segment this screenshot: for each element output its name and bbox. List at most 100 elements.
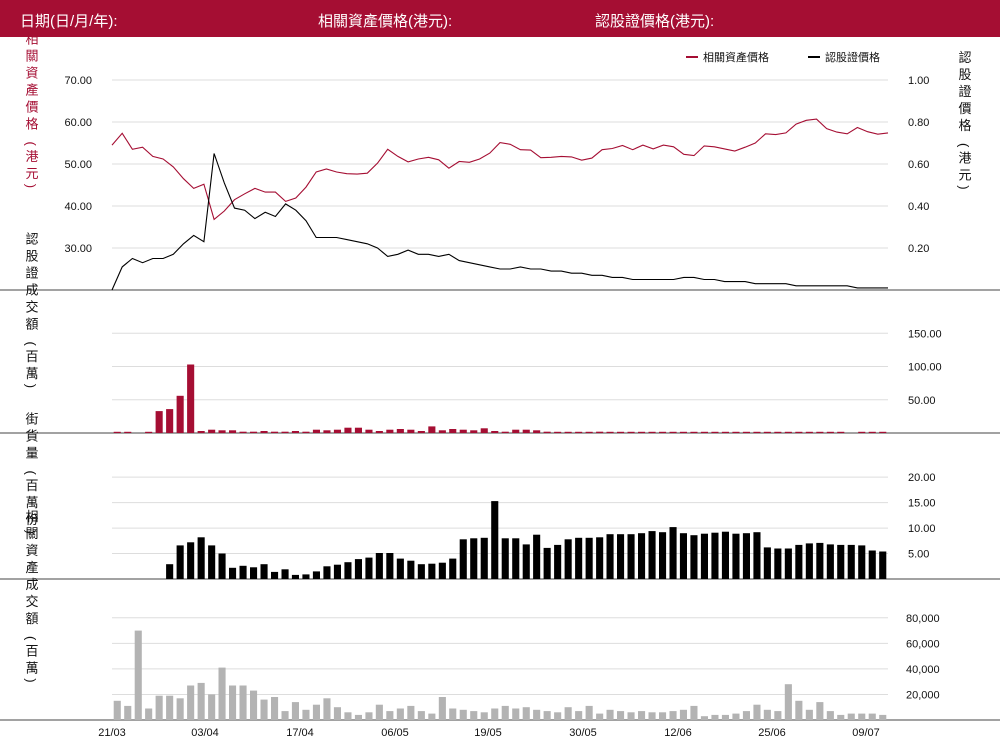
bar xyxy=(145,708,153,720)
bar xyxy=(638,431,646,433)
bar xyxy=(679,431,687,433)
bar xyxy=(438,697,446,720)
bar xyxy=(291,702,299,720)
bar xyxy=(480,712,488,720)
bar xyxy=(449,558,457,579)
bar xyxy=(491,501,499,579)
bar xyxy=(407,705,415,720)
bar xyxy=(522,707,530,720)
bar xyxy=(858,713,866,720)
bar xyxy=(868,550,876,579)
bar xyxy=(732,431,740,433)
bar xyxy=(229,567,237,579)
bar xyxy=(333,707,341,720)
bar xyxy=(386,553,394,579)
bar xyxy=(795,431,803,433)
bar xyxy=(742,711,750,720)
bar xyxy=(449,429,457,433)
y-right-tick-label: 0.60 xyxy=(908,159,929,171)
bar xyxy=(533,534,541,579)
bar xyxy=(575,431,583,433)
bar xyxy=(470,538,478,579)
bar xyxy=(354,427,362,433)
bar xyxy=(113,431,121,433)
bar xyxy=(145,431,153,433)
bar xyxy=(564,707,572,720)
bar xyxy=(648,431,656,433)
bar xyxy=(858,431,866,433)
bar xyxy=(585,431,593,433)
bar xyxy=(879,551,887,579)
bar xyxy=(124,431,132,433)
bar xyxy=(323,566,331,579)
bar xyxy=(302,431,310,433)
x-tick-label: 09/07 xyxy=(852,727,880,739)
x-tick-label: 21/03 xyxy=(98,727,126,739)
bar xyxy=(124,705,132,720)
gridlines xyxy=(112,79,888,695)
bar xyxy=(386,711,394,720)
bar xyxy=(753,431,761,433)
bar xyxy=(375,704,383,720)
bar xyxy=(250,690,258,720)
bar xyxy=(585,537,593,579)
bar xyxy=(113,700,121,720)
bar xyxy=(491,431,499,433)
bar xyxy=(512,429,520,433)
bar xyxy=(763,431,771,433)
bar xyxy=(700,716,708,720)
bar xyxy=(774,548,782,579)
bar xyxy=(543,547,551,579)
warrant-charts: 30.00 40.00 50.00 60.00 70.00 0.20 0.40 0.60 0.8… xyxy=(0,32,1000,739)
bar xyxy=(197,682,205,720)
bar xyxy=(648,531,656,579)
bar xyxy=(868,431,876,433)
bar xyxy=(166,695,174,720)
y-tick-label: 60,000 xyxy=(906,638,940,650)
bar xyxy=(659,431,667,433)
x-tick-label: 17/04 xyxy=(286,727,314,739)
bar xyxy=(847,713,855,720)
bar xyxy=(533,430,541,433)
bar xyxy=(700,533,708,579)
bar xyxy=(229,685,237,720)
x-tick-label: 03/04 xyxy=(191,727,219,739)
bar xyxy=(669,431,677,433)
warrant-price-line xyxy=(111,153,888,291)
bar xyxy=(638,533,646,579)
bar xyxy=(197,431,205,433)
bar xyxy=(197,537,205,579)
y-left-tick-label: 40.00 xyxy=(64,201,92,213)
bar xyxy=(449,708,457,720)
bar xyxy=(879,431,887,433)
bar xyxy=(208,429,216,433)
bar xyxy=(533,709,541,720)
panel-dividers xyxy=(0,289,1000,721)
bar xyxy=(543,711,551,720)
bar xyxy=(480,428,488,433)
chart-labels: 30.00 40.00 50.00 60.00 70.00 0.20 0.40 0.60 0.8… xyxy=(24,32,972,739)
bar xyxy=(365,429,373,433)
warrant-turnover-axis-title: 認股證成交額 (百萬) xyxy=(24,231,39,392)
y-tick-label: 100.00 xyxy=(908,362,942,374)
y-tick-label: 15.00 xyxy=(908,498,936,510)
x-tick-label: 25/06 xyxy=(758,727,786,739)
bar xyxy=(291,574,299,579)
bar xyxy=(459,709,467,720)
bar xyxy=(176,698,184,720)
bar xyxy=(428,713,436,720)
bar xyxy=(627,534,635,579)
y-tick-label: 10.00 xyxy=(908,523,936,535)
bar xyxy=(711,714,719,720)
bar xyxy=(596,431,604,433)
bar xyxy=(239,685,247,720)
bar xyxy=(239,565,247,579)
bar xyxy=(344,712,352,720)
bar xyxy=(554,431,562,433)
bar xyxy=(774,711,782,720)
bar xyxy=(795,700,803,720)
bar xyxy=(753,704,761,720)
bar xyxy=(679,533,687,579)
bar xyxy=(575,711,583,720)
bar xyxy=(638,711,646,720)
